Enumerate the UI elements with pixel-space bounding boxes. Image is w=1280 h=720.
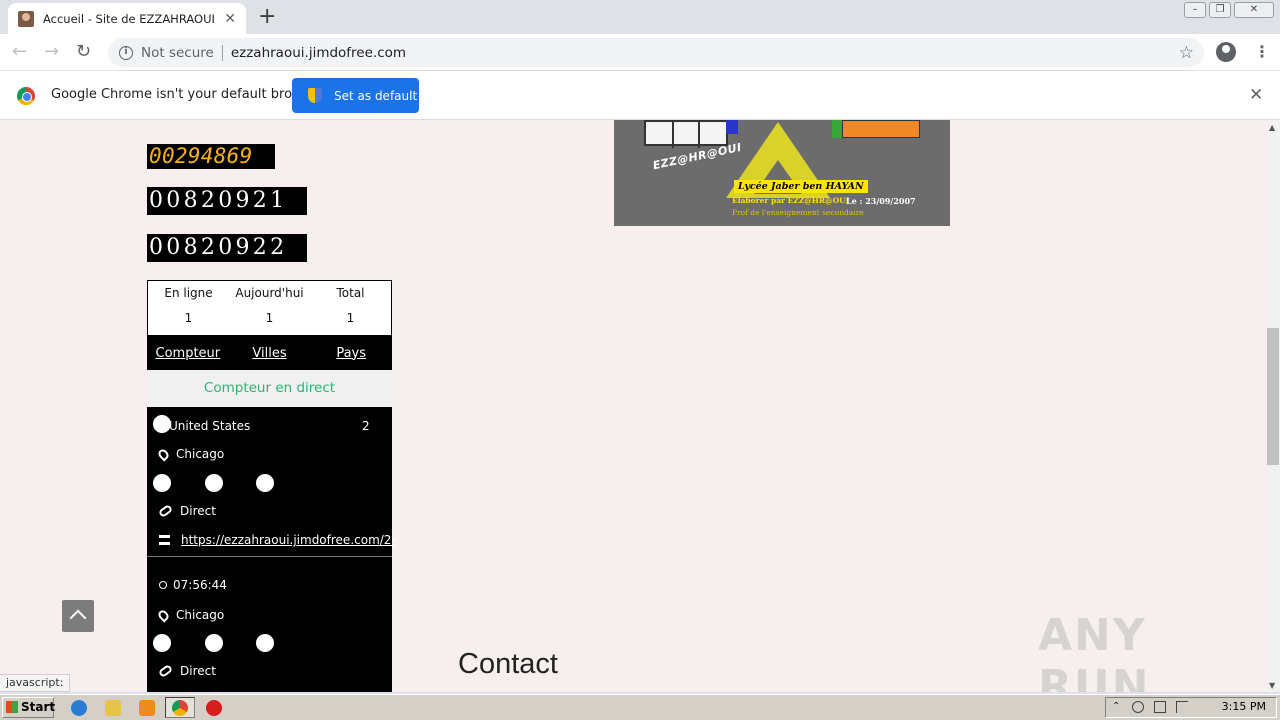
stats-table: En ligne Aujourd'hui Total 1 1 1 <box>147 280 392 336</box>
visit-counter-2: 00820922 <box>147 234 307 262</box>
tab-strip: Accueil - Site de EZZAHRAOUI prof d ✕ + … <box>0 0 1280 34</box>
counter-links: Compteur Villes Pays <box>147 336 392 370</box>
stats-header-today: Aujourd'hui <box>235 286 304 300</box>
media-player-icon[interactable] <box>139 700 155 716</box>
stats-value-today: 1 <box>265 311 274 325</box>
feed-dot <box>153 474 171 492</box>
led-counter: 00294869 <box>147 144 275 169</box>
tab-active[interactable]: Accueil - Site de EZZAHRAOUI prof d ✕ <box>8 3 246 34</box>
feed-entry-2-source: Direct <box>157 663 216 679</box>
link-pays[interactable]: Pays <box>310 346 392 361</box>
taskbar-chrome-button[interactable] <box>165 697 195 718</box>
stop-icon[interactable] <box>206 700 222 716</box>
feed-entry-1-url[interactable]: https://ezzahraoui.jimdofree.com/2- <box>159 533 396 547</box>
tab-title: Accueil - Site de EZZAHRAOUI prof d <box>43 11 218 26</box>
window-close-button[interactable]: ✕ <box>1234 2 1274 18</box>
system-tray: ⌃ 3:15 PM <box>1105 697 1277 718</box>
banner-shape <box>832 120 842 138</box>
windows-taskbar: Start ⌃ 3:15 PM <box>0 694 1280 720</box>
link-icon <box>157 503 174 519</box>
feed-entry-1-source: Direct <box>157 503 216 519</box>
sitemap-icon <box>159 535 170 545</box>
feed-dot <box>205 634 223 652</box>
ie-icon[interactable] <box>71 700 87 716</box>
stats-value-online: 1 <box>184 311 193 325</box>
bookmark-star-icon[interactable]: ☆ <box>1179 43 1194 63</box>
web-page: 00294869 00820921 00820922 En ligne Aujo… <box>0 120 1266 692</box>
live-counter-widget: En ligne Aujourd'hui Total 1 1 1 Compteu… <box>147 280 396 692</box>
feed-dot <box>256 634 274 652</box>
set-as-default-label: Set as default <box>334 88 418 103</box>
feed-dot <box>153 634 171 652</box>
visit-counter-1: 00820921 <box>147 187 307 215</box>
infobar-close-icon[interactable]: ✕ <box>1249 85 1263 105</box>
start-button[interactable]: Start <box>2 697 55 718</box>
contact-heading: Contact <box>458 648 558 680</box>
banner-lycee-text: Lycée Jaber ben HAYAN <box>734 180 868 193</box>
feed-country-count: 2 <box>362 419 370 433</box>
new-tab-button[interactable]: + <box>258 6 276 28</box>
shield-icon <box>308 88 322 103</box>
back-arrow-icon[interactable]: ← <box>12 41 27 62</box>
live-feed: United States 2 Chicago Direct https://e… <box>147 407 396 692</box>
url-text[interactable]: ezzahraoui.jimdofree.com <box>231 45 406 61</box>
stats-header-total: Total <box>336 286 365 300</box>
favicon-icon <box>18 10 34 27</box>
link-icon <box>157 663 174 679</box>
infobar-message: Google Chrome isn't your default browser <box>51 87 323 102</box>
clock-icon <box>159 581 167 589</box>
location-pin-icon <box>156 607 171 623</box>
rubiks-cube-left <box>644 120 728 148</box>
info-icon[interactable]: i <box>119 45 133 60</box>
banner-date-text: Le : 23/09/2007 <box>846 196 916 206</box>
network-icon[interactable] <box>1154 701 1166 713</box>
address-bar[interactable]: i Not secure ezzahraoui.jimdofree.com ☆ <box>108 38 1204 67</box>
scroll-down-icon[interactable]: ▼ <box>1269 681 1275 690</box>
account-icon[interactable] <box>1216 42 1236 62</box>
tray-expand-icon[interactable]: ⌃ <box>1112 701 1124 713</box>
feed-dot <box>205 474 223 492</box>
omnibox-separator <box>221 44 223 61</box>
feed-divider <box>147 556 392 557</box>
scroll-up-icon[interactable]: ▲ <box>1269 123 1275 132</box>
stats-value-total: 1 <box>346 311 355 325</box>
default-browser-infobar: Google Chrome isn't your default browser… <box>0 71 1280 120</box>
clock-time: 3:15 PM <box>1221 700 1266 713</box>
chrome-logo-icon <box>17 87 35 105</box>
banner-prof-text: Prof de l'enseignement secondaire <box>732 208 864 217</box>
feed-entry-1-city: Chicago <box>156 446 224 462</box>
chrome-icon <box>172 700 188 716</box>
location-pin-icon <box>156 446 171 462</box>
link-compteur[interactable]: Compteur <box>147 346 229 361</box>
link-villes[interactable]: Villes <box>229 346 311 361</box>
feed-dot <box>256 474 274 492</box>
tab-close-icon[interactable]: ✕ <box>224 11 236 27</box>
feed-country: United States <box>169 419 251 433</box>
scroll-to-top-button[interactable] <box>62 600 94 632</box>
volume-icon[interactable] <box>1132 701 1144 713</box>
banner-author-text: Elaborer par EZZ@HR@OUI <box>732 196 850 205</box>
minimize-button[interactable]: – <box>1184 2 1206 18</box>
page-scrollbar[interactable]: ▲ ▼ <box>1266 120 1280 692</box>
feed-entry-2-city: Chicago <box>156 607 224 623</box>
restore-button[interactable]: ❐ <box>1209 2 1231 18</box>
browser-toolbar: ← → ↻ i Not secure ezzahraoui.jimdofree.… <box>0 34 1280 71</box>
anyrun-watermark: ANY RUN <box>1038 610 1151 692</box>
status-bubble: javascript: <box>0 674 71 692</box>
forward-arrow-icon[interactable]: → <box>44 41 59 62</box>
flag-icon[interactable] <box>1176 701 1188 713</box>
not-secure-label: Not secure <box>141 44 214 61</box>
feed-entry-2-time: 07:56:44 <box>159 578 227 592</box>
site-banner-image: EZZ@HR@OUI Lycée Jaber ben HAYAN Elabore… <box>614 120 950 226</box>
scroll-thumb[interactable] <box>1267 328 1279 465</box>
rubiks-cube-right <box>842 120 920 138</box>
set-as-default-button[interactable]: Set as default <box>292 78 419 113</box>
folder-icon[interactable] <box>105 700 121 716</box>
reload-icon[interactable]: ↻ <box>76 41 91 62</box>
menu-kebab-icon[interactable]: ⋮ <box>1254 42 1270 61</box>
live-counter-title: Compteur en direct <box>147 370 392 407</box>
stats-header-online: En ligne <box>164 286 213 300</box>
